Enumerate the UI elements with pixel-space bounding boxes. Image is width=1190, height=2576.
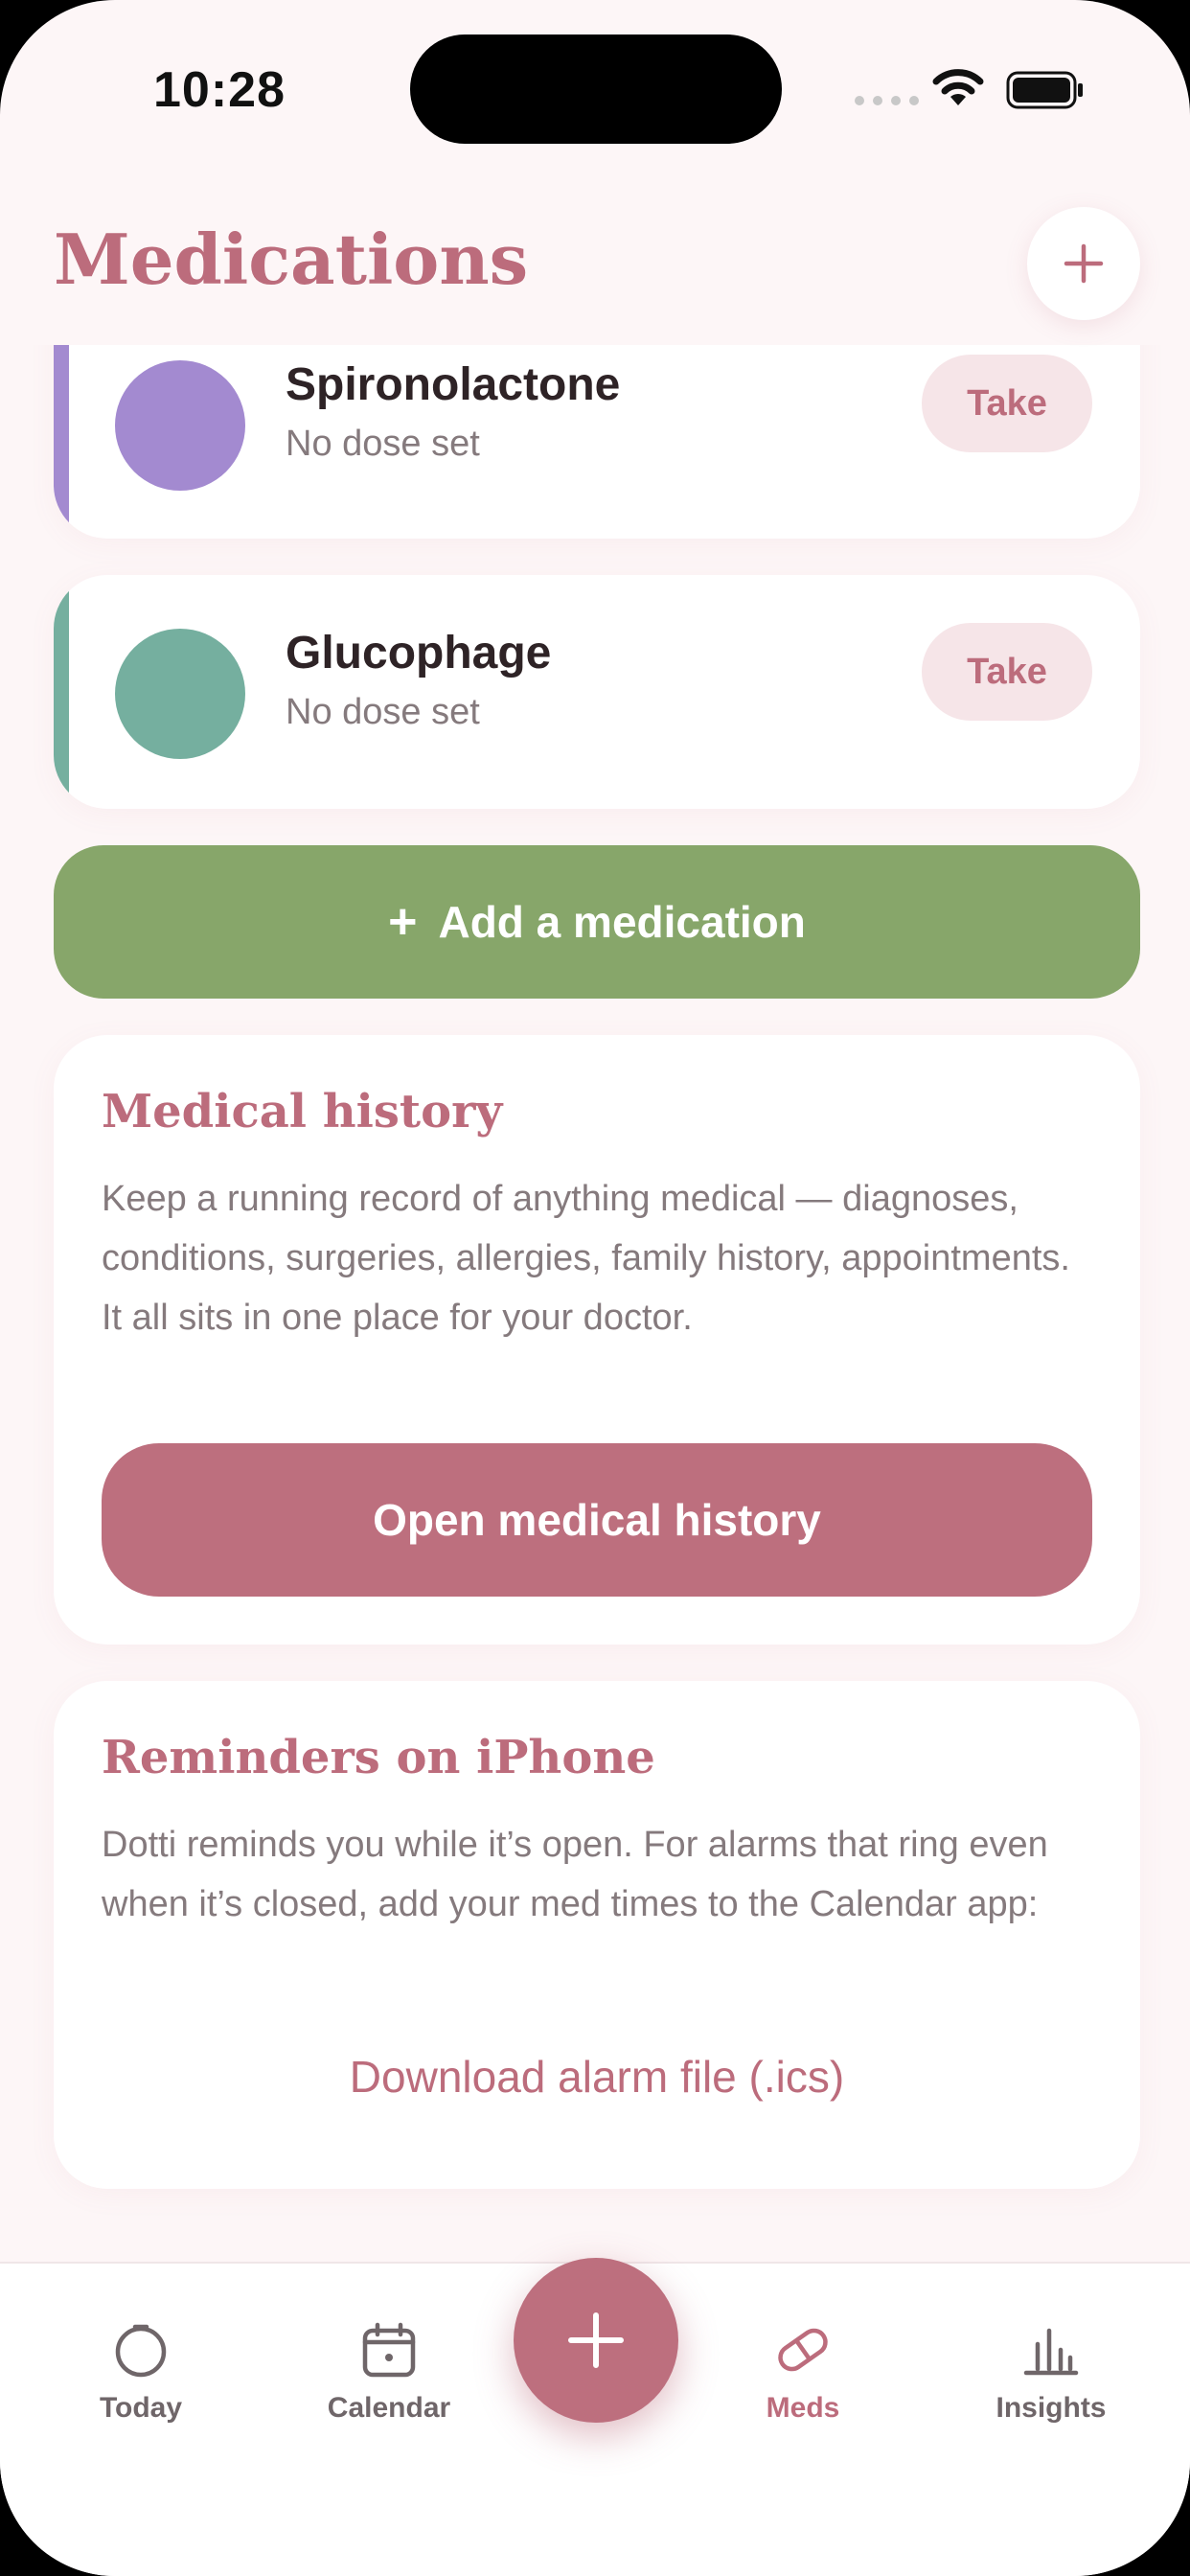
plus-icon: +	[388, 894, 418, 950]
cellular-signal-icon	[855, 96, 919, 105]
tab-label: Today	[99, 2392, 183, 2424]
header-add-button[interactable]	[1027, 207, 1140, 320]
dynamic-island	[410, 34, 782, 144]
tab-meds[interactable]: Meds	[698, 2321, 908, 2425]
medication-color-dot	[115, 629, 245, 759]
tab-label: Insights	[995, 2392, 1107, 2424]
plus-icon	[1064, 243, 1104, 284]
medical-history-card: Medical history Keep a running record of…	[54, 1035, 1140, 1644]
medication-color-accent	[54, 575, 69, 809]
medication-card-glucophage[interactable]: Glucophage No dose set Take	[54, 575, 1140, 809]
quick-add-button[interactable]	[514, 2258, 678, 2423]
medication-name: Glucophage	[286, 628, 552, 678]
open-medical-history-button[interactable]: Open medical history	[102, 1443, 1092, 1597]
medication-color-dot	[115, 360, 245, 491]
reminders-card: Reminders on iPhone Dotti reminds you wh…	[54, 1681, 1140, 2189]
tab-today[interactable]: Today	[35, 2321, 246, 2425]
chart-icon	[1023, 2328, 1079, 2376]
status-bar: 10:28	[0, 0, 1190, 172]
battery-icon	[1006, 71, 1083, 109]
wifi-icon	[932, 69, 984, 105]
medication-dose: No dose set	[286, 692, 480, 732]
take-button[interactable]: Take	[922, 355, 1092, 452]
medication-dose: No dose set	[286, 424, 480, 464]
home-indicator-area	[0, 2511, 1190, 2576]
tab-label: Calendar	[327, 2392, 451, 2424]
medication-name: Spironolactone	[286, 359, 621, 410]
status-time: 10:28	[153, 62, 286, 118]
pill-icon	[778, 2328, 828, 2372]
plus-icon	[568, 2312, 624, 2368]
tab-calendar[interactable]: Calendar	[284, 2321, 494, 2425]
medical-history-description: Keep a running record of anything medica…	[102, 1179, 1070, 1338]
add-medication-label: Add a medication	[438, 897, 806, 947]
add-medication-button[interactable]: + Add a medication	[54, 845, 1140, 999]
phone-screen: 10:28 Spironolactone No dose set Take Me…	[0, 0, 1190, 2576]
reminders-description: Dotti reminds you while it’s open. For a…	[102, 1825, 1048, 1924]
tab-insights[interactable]: Insights	[946, 2321, 1156, 2425]
today-icon	[115, 2324, 167, 2378]
page-title: Medications	[54, 218, 529, 300]
download-alarm-file-link[interactable]: Download alarm file (.ics)	[54, 2051, 1140, 2103]
tab-label: Meds	[766, 2392, 840, 2424]
reminders-title: Reminders on iPhone	[102, 1731, 655, 1784]
medical-history-title: Medical history	[102, 1085, 503, 1138]
calendar-icon	[362, 2322, 416, 2378]
take-button[interactable]: Take	[922, 623, 1092, 721]
